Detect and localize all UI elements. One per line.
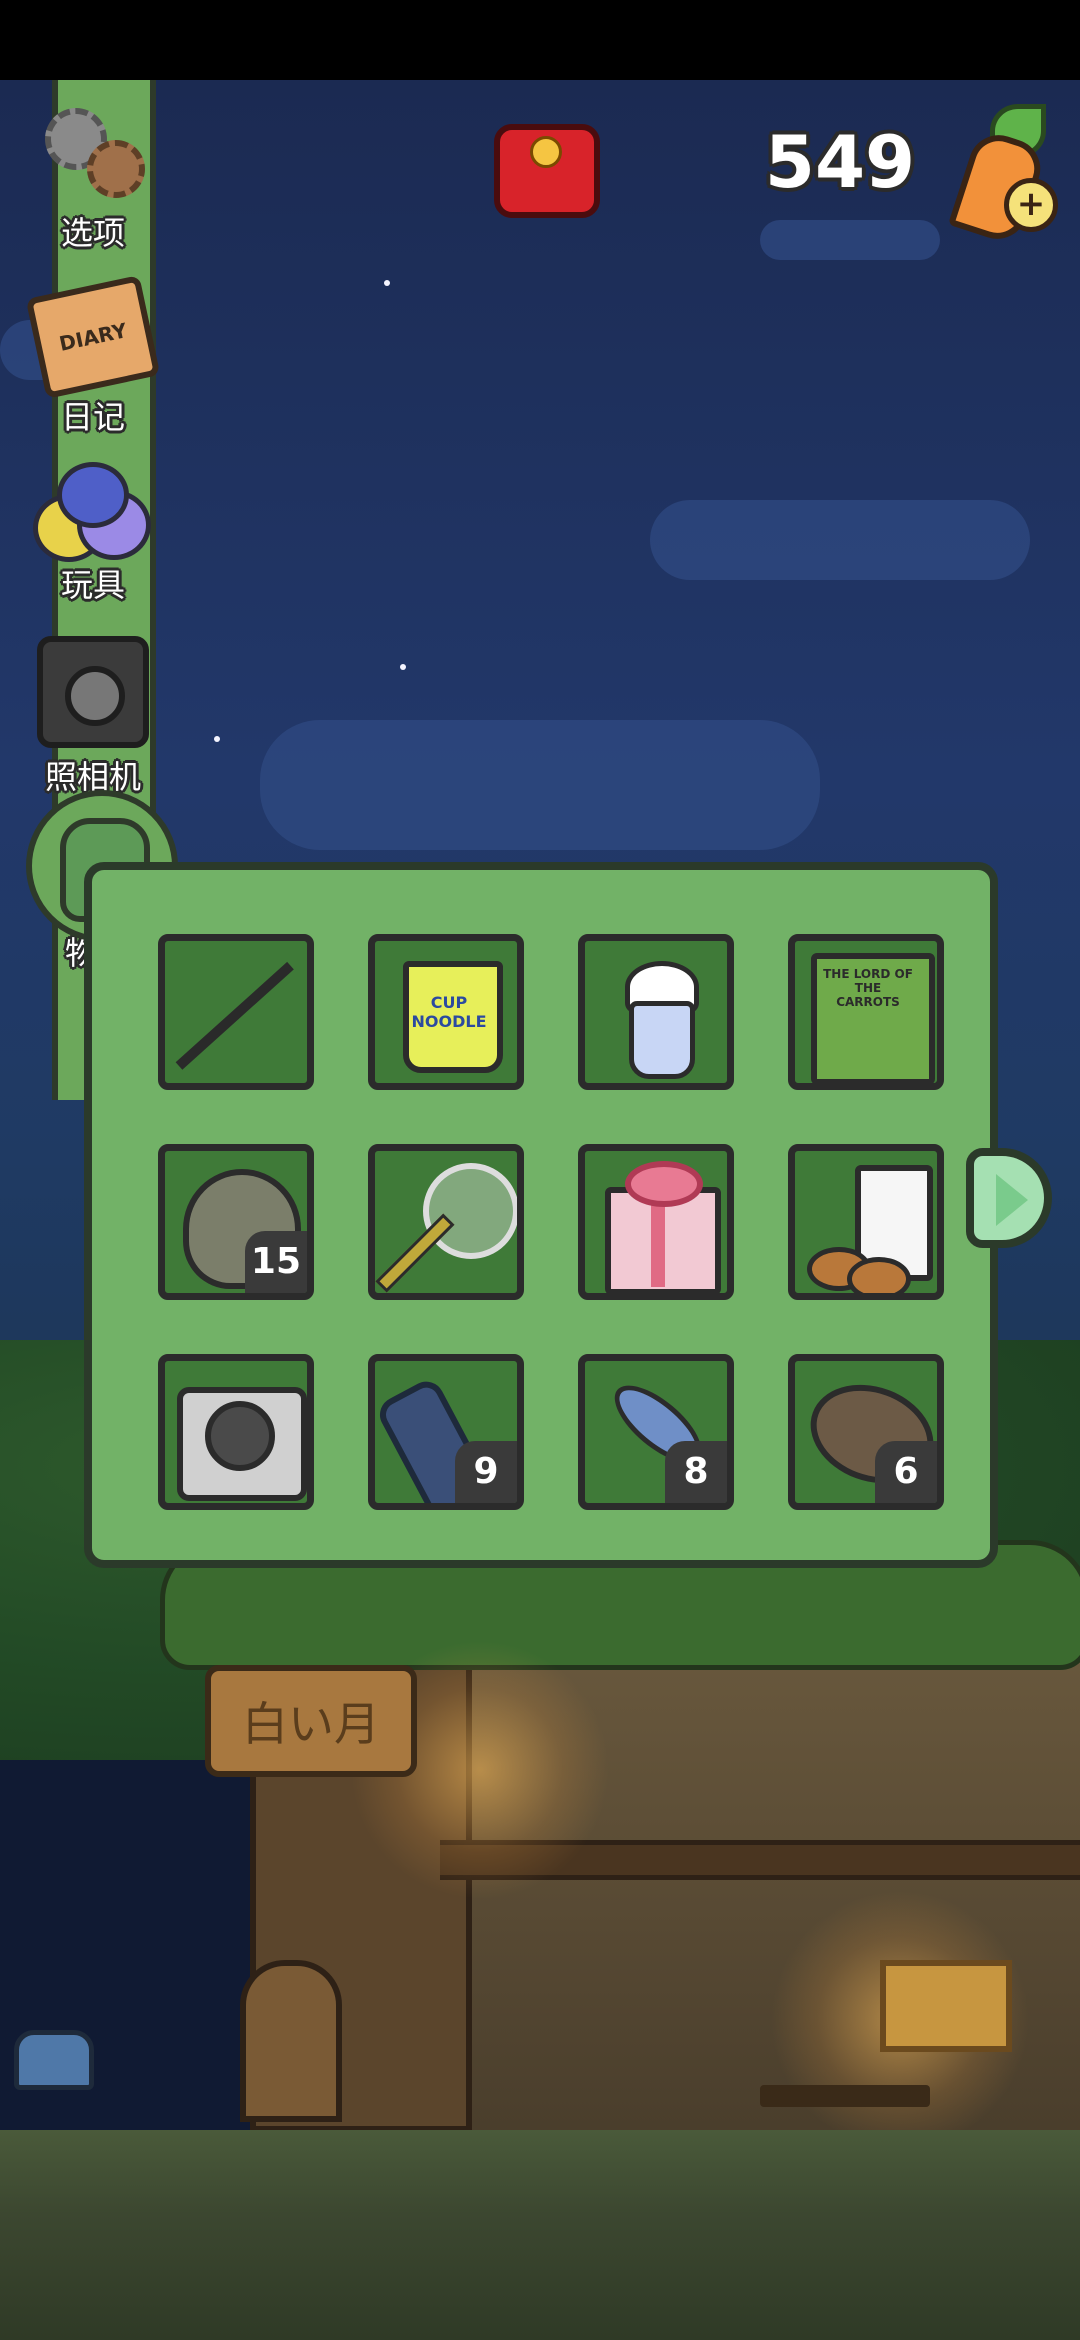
sidebar-item-label: 日记	[60, 398, 125, 436]
inventory-slot-milk-and-cookies[interactable]	[788, 1144, 944, 1300]
inventory-slot-milkshake[interactable]	[578, 934, 734, 1090]
house-sign: 白い月	[205, 1665, 417, 1777]
ground	[0, 2130, 1080, 2340]
star	[384, 280, 390, 286]
cloud	[260, 720, 820, 850]
inventory-slot-instant-camera[interactable]	[158, 1354, 314, 1510]
cookie-icon	[847, 1257, 911, 1293]
star	[400, 664, 406, 670]
item-count: 6	[875, 1441, 937, 1503]
book-title: THE LORD OF THE CARROTS	[823, 967, 913, 1009]
sidebar-item-label: 玩具	[60, 566, 125, 604]
bug-net-icon	[423, 1163, 517, 1259]
inventory-slot-seed-sack[interactable]: 15	[158, 1144, 314, 1300]
inventory-slot-gift-box[interactable]	[578, 1144, 734, 1300]
inventory-slot-flatfish[interactable]: 6	[788, 1354, 944, 1510]
item-count: 15	[244, 1231, 307, 1293]
sidebar-item-label: 选项	[60, 214, 125, 252]
inventory-slot-cup-noodle[interactable]: CUP NOODLE	[368, 934, 524, 1090]
toys-icon	[33, 460, 153, 562]
table	[760, 2085, 930, 2107]
front-door[interactable]	[240, 1960, 342, 2122]
carrot-count: 549	[764, 120, 916, 204]
inventory-panel: CUP NOODLE THE LORD OF THE CARROTS 15 9 …	[84, 862, 998, 1568]
cloud	[650, 500, 1030, 580]
inventory-slot-fishing-rod[interactable]	[158, 934, 314, 1090]
sidebar-item-camera[interactable]: 照相机	[18, 636, 168, 798]
camera-icon	[37, 636, 149, 748]
carrot-plus-icon[interactable]: +	[948, 100, 1060, 247]
diary-icon: DIARY	[25, 275, 161, 399]
item-count: 8	[665, 1441, 727, 1503]
sidebar-item-options[interactable]: 选项	[18, 104, 168, 254]
star	[214, 736, 220, 742]
inventory-slot-book[interactable]: THE LORD OF THE CARROTS	[788, 934, 944, 1090]
inventory-slot-bug-net[interactable]	[368, 1144, 524, 1300]
sidebar-item-toys[interactable]: 玩具	[18, 460, 168, 606]
mailbox[interactable]	[14, 2030, 94, 2090]
gear-icon	[43, 104, 145, 204]
house-sign-text: 白い月	[242, 1697, 380, 1751]
inventory-slot-fish[interactable]: 8	[578, 1354, 734, 1510]
picture-frame	[880, 1960, 1012, 2052]
diary-icon-text: DIARY	[57, 318, 129, 356]
status-bar	[0, 0, 1080, 80]
fishing-rod-icon	[175, 961, 294, 1070]
sidebar-item-diary[interactable]: DIARY 日记	[18, 275, 168, 438]
inventory-slot-plastic-bottle[interactable]: 9	[368, 1354, 524, 1510]
cup-noodle-label: CUP NOODLE	[411, 993, 487, 1031]
item-count: 9	[455, 1441, 517, 1503]
cloud	[760, 220, 940, 260]
red-packet-icon[interactable]	[494, 124, 600, 218]
